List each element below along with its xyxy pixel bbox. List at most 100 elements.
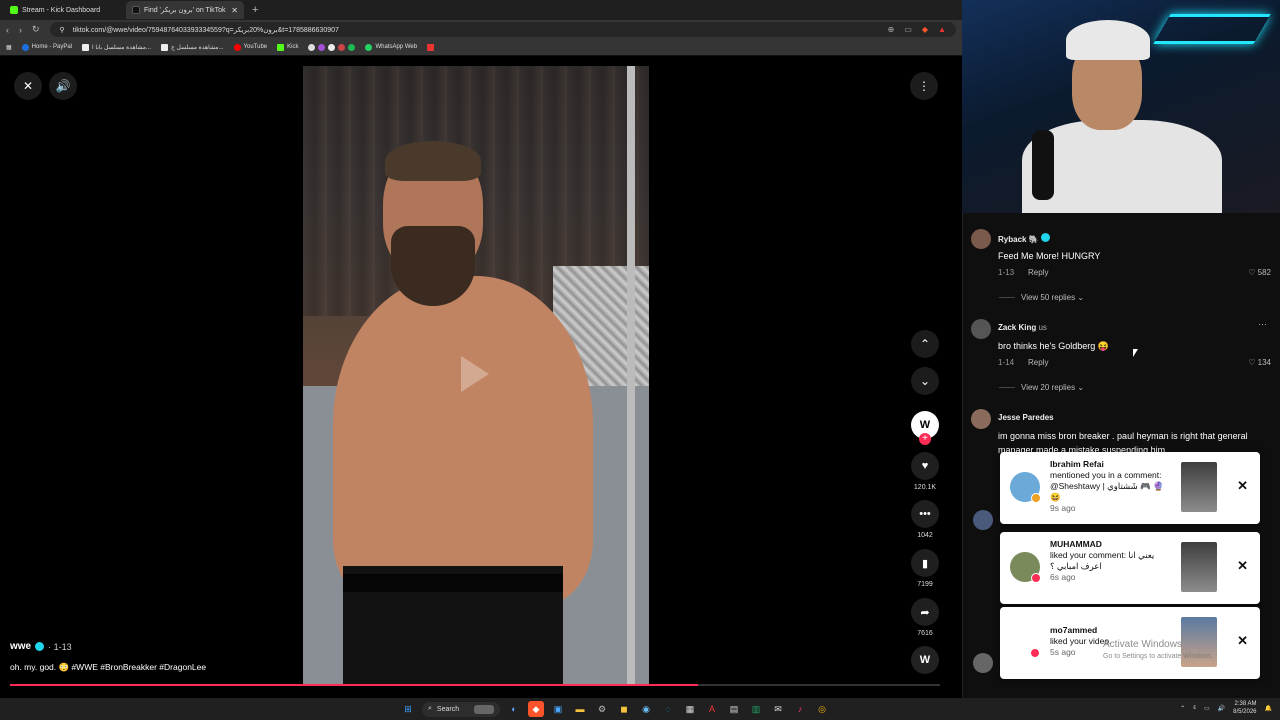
cast-icon[interactable]: ▭ (904, 25, 912, 34)
close-notification-icon[interactable]: ✕ (1237, 558, 1248, 574)
reply-button[interactable]: Reply (1028, 268, 1048, 277)
comment-text: bro thinks he's Goldberg 😝 (998, 341, 1109, 351)
comment-meta: 1-13 Reply (998, 268, 1048, 277)
new-tab-button[interactable]: + (252, 4, 258, 16)
settings-icon[interactable]: ⚙ (594, 701, 610, 717)
video-player[interactable] (303, 66, 649, 684)
close-icon[interactable]: ✕ (14, 72, 42, 100)
task-view-icon[interactable]: ▣ (550, 701, 566, 717)
avatar[interactable] (971, 319, 991, 339)
comment-item: Ryback 🐘 Feed Me More! HUNGRY 1-13 Reply… (971, 219, 1271, 309)
windows-start-icon[interactable]: ⊞ (400, 701, 416, 717)
brave-icon[interactable]: ◆ (528, 701, 544, 717)
author-avatar[interactable]: W + (910, 411, 940, 445)
steam-icon[interactable]: ◉ (638, 701, 654, 717)
reload-icon[interactable]: ↻ (32, 24, 40, 35)
comment-meta: 1-14 Reply (998, 358, 1048, 367)
share-button[interactable]: ➦ 7616 (910, 598, 940, 637)
avatar[interactable] (973, 653, 993, 673)
taskbar-apps: ⊞ ⌕ Search ◐ ◆ ▣ ▬ ⚙ ◼ ◉ ◌ ▦ A ▤ ▥ ✉ ♪ ◎ (400, 701, 830, 717)
tab-kick-dashboard[interactable]: Stream - Kick Dashboard (4, 1, 122, 19)
notification-toast[interactable]: Ibrahim Refai mentioned you in a comment… (1000, 452, 1260, 524)
bookmark-youtube[interactable]: YouTube (233, 43, 267, 51)
video-thumbnail (1181, 462, 1217, 512)
close-tab-icon[interactable]: ✕ (231, 6, 238, 15)
save-button[interactable]: ▮ 7199 (910, 549, 940, 588)
avatar[interactable] (973, 510, 993, 530)
bookmark-paypal[interactable]: Home - PayPal (21, 43, 72, 51)
close-notification-icon[interactable]: ✕ (1237, 633, 1248, 649)
comment-likes[interactable]: ♡ 582 (1248, 268, 1271, 277)
bookmark-series-2[interactable]: مشاهدة مسلسل ج... (161, 43, 224, 51)
notes-icon[interactable]: ▤ (726, 701, 742, 717)
author-name[interactable]: wwe (10, 641, 31, 652)
forward-icon[interactable]: › (19, 25, 22, 35)
mail-icon[interactable]: ✉ (770, 701, 786, 717)
comment-more-icon[interactable]: ⋯ (1258, 319, 1267, 330)
clock[interactable]: 2:38 AM 8/5/2026 (1233, 700, 1256, 716)
next-video-icon[interactable]: ⌄ (911, 367, 939, 395)
language-icon[interactable]: ε (1193, 705, 1196, 711)
share-count: 7616 (917, 630, 933, 637)
avatar[interactable] (971, 409, 991, 429)
verified-icon (1040, 233, 1050, 242)
reply-button[interactable]: Reply (1028, 358, 1048, 367)
play-icon[interactable] (461, 356, 489, 392)
page-icon (82, 43, 90, 51)
calculator-icon[interactable]: ▦ (682, 701, 698, 717)
follow-plus-icon[interactable]: + (919, 433, 931, 445)
adobe-icon[interactable]: A (704, 701, 720, 717)
rewards-icon[interactable]: ▲ (938, 25, 946, 34)
tiktok-app-icon[interactable]: ♪ (792, 701, 808, 717)
comment-likes[interactable]: ♡ 134 (1248, 358, 1271, 367)
apps-icon[interactable]: ▦ (6, 44, 12, 51)
bookmark-kick[interactable]: Kick (277, 43, 298, 51)
zoom-icon[interactable]: ⊕ (888, 25, 895, 34)
view-replies-button[interactable]: View 50 replies ⌄ (999, 293, 1084, 302)
brave-shield-icon[interactable]: ◆ (922, 25, 928, 34)
bookmark-series-1[interactable]: مشاهدة مسلسل بابا ا... (82, 43, 151, 51)
commenter-name[interactable]: Jesse Paredes (998, 413, 1054, 422)
music-disc[interactable]: W (910, 646, 940, 674)
instagram-icon (338, 43, 346, 51)
network-icon[interactable]: ▭ (1204, 705, 1210, 712)
taskbar-search[interactable]: ⌕ Search (422, 701, 500, 717)
progress-fill (10, 684, 699, 686)
notification-text: Ibrahim Refai mentioned you in a comment… (1050, 459, 1164, 513)
spotify-icon (348, 43, 356, 51)
comment-button[interactable]: ••• 1042 (910, 500, 940, 539)
tray-chevron-icon[interactable]: ⌃ (1180, 705, 1185, 712)
volume-icon[interactable]: 🔊 (49, 72, 77, 100)
bookmark-icons[interactable] (308, 43, 356, 51)
excel-icon[interactable]: ▥ (748, 701, 764, 717)
notification-toast[interactable]: MUHAMMAD liked your comment: يعني انا اع… (1000, 532, 1260, 604)
previous-video-icon[interactable]: ⌃ (911, 330, 939, 358)
app-icon[interactable]: ◼ (616, 701, 632, 717)
avatar[interactable] (971, 229, 991, 249)
commenter-name[interactable]: Zack King us (998, 323, 1047, 332)
notification-bell-icon[interactable]: 🔔 (1265, 705, 1272, 712)
commenter-name[interactable]: Ryback 🐘 (998, 233, 1050, 244)
address-bar[interactable]: ⚲ tiktok.com/@wwe/video/7594876403393334… (49, 22, 956, 37)
taskbar: ⊞ ⌕ Search ◐ ◆ ▣ ▬ ⚙ ◼ ◉ ◌ ▦ A ▤ ▥ ✉ ♪ ◎ … (0, 698, 1280, 720)
like-badge-icon (1031, 573, 1041, 583)
video-progress-bar[interactable] (10, 684, 940, 686)
back-icon[interactable]: ‹ (6, 25, 9, 35)
view-replies-button[interactable]: View 20 replies ⌄ (999, 383, 1084, 392)
file-explorer-icon[interactable]: ▬ (572, 701, 588, 717)
tiktok-icon (132, 6, 140, 14)
tab-tiktok[interactable]: Find 'برون بريكر' on TikTok | TikTo ✕ (126, 1, 244, 19)
browser-window: Stream - Kick Dashboard Find 'برون بريكر… (0, 0, 962, 698)
like-button[interactable]: ♥ 120.1K (910, 452, 940, 491)
site-info-icon[interactable]: ⚲ (60, 26, 65, 34)
volume-tray-icon[interactable]: 🔊 (1218, 705, 1225, 712)
comment-item: Jesse Paredes im gonna miss bron breaker… (971, 399, 1271, 459)
chrome-icon[interactable]: ◎ (814, 701, 830, 717)
close-notification-icon[interactable]: ✕ (1237, 478, 1248, 494)
copilot-icon[interactable]: ◐ (506, 701, 522, 717)
video-description: oh. my. god. 😳 #WWE #BronBreakker #Drago… (10, 662, 207, 672)
bookmark-extra[interactable] (427, 43, 435, 51)
more-options-icon[interactable]: ⋮ (910, 72, 938, 100)
edge-icon[interactable]: ◌ (660, 701, 676, 717)
bookmark-whatsapp[interactable]: WhatsApp Web (365, 43, 417, 51)
